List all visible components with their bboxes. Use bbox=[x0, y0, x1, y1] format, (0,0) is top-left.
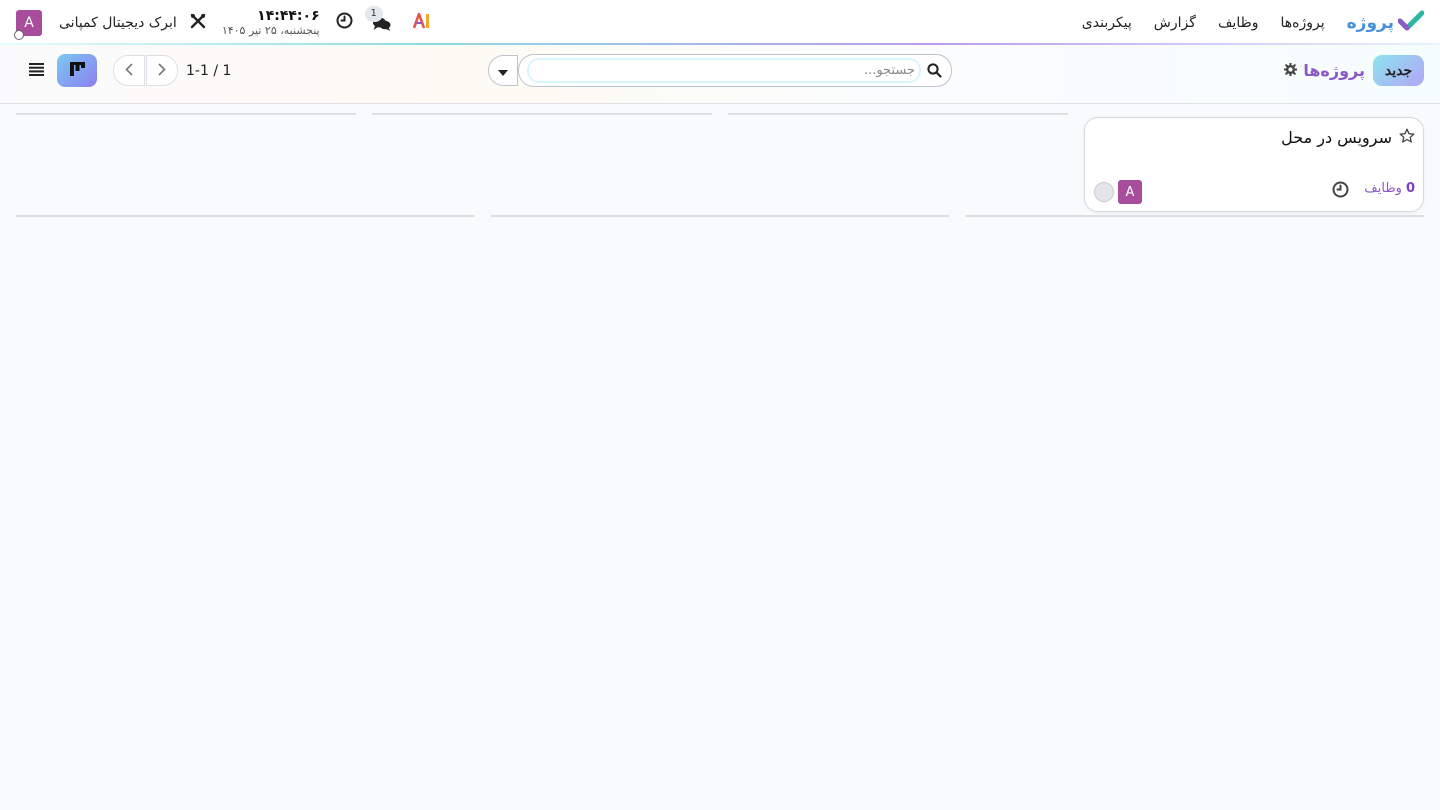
clock-widget: ۱۴:۴۴:۰۶ پنجشنبه، ۲۵ تیر ۱۴۰۵ bbox=[222, 8, 320, 38]
list-icon bbox=[28, 61, 44, 80]
chevron-left-icon bbox=[125, 61, 133, 80]
presence-status-icon bbox=[14, 29, 24, 40]
breadcrumb: پروژه‌ها bbox=[1283, 55, 1365, 86]
tools-icon[interactable] bbox=[190, 13, 206, 33]
caret-down-icon bbox=[498, 61, 508, 80]
kanban-icon bbox=[69, 61, 85, 80]
search-bar bbox=[518, 54, 952, 87]
user-menu[interactable]: A bbox=[14, 9, 42, 40]
project-status-dot[interactable] bbox=[1094, 182, 1114, 202]
pager-value[interactable]: 1-1 / 1 bbox=[186, 55, 231, 86]
project-tasks-link[interactable]: 0 وظایف bbox=[1364, 181, 1415, 196]
pager-previous-button[interactable] bbox=[113, 55, 145, 86]
project-title: سرویس در محل bbox=[1281, 128, 1392, 147]
search-field bbox=[527, 58, 921, 83]
search-icon[interactable] bbox=[927, 63, 942, 82]
kanban-view-button[interactable] bbox=[57, 54, 97, 87]
ghost-card-line bbox=[728, 113, 1068, 115]
clock-time: ۱۴:۴۴:۰۶ bbox=[257, 7, 320, 24]
ghost-card-line bbox=[372, 113, 712, 115]
company-name[interactable]: ابرک دیجیتال کمپانی bbox=[59, 15, 177, 31]
app-brand[interactable]: پروژه bbox=[1346, 10, 1425, 36]
menu-item-configuration[interactable]: پیکربندی bbox=[1082, 15, 1132, 31]
messaging-menu[interactable]: 1 bbox=[364, 5, 395, 36]
activity-clock-icon[interactable] bbox=[1332, 181, 1349, 202]
new-button[interactable]: جدید bbox=[1373, 55, 1424, 86]
app-name: پروژه bbox=[1346, 12, 1394, 33]
search-options-toggle[interactable] bbox=[488, 55, 518, 86]
chat-count-badge: 1 bbox=[364, 5, 383, 22]
menu-item-projects[interactable]: پروژه‌ها bbox=[1281, 15, 1325, 31]
app-logo-icon bbox=[1397, 10, 1425, 36]
tasks-count: 0 bbox=[1405, 181, 1415, 196]
systray: A ابرک دیجیتال کمپانی ۱۴:۴۴:۰۶ پنجشنبه، … bbox=[14, 0, 431, 45]
pager-next-button[interactable] bbox=[146, 55, 178, 86]
project-card[interactable]: سرویس در محل 0 وظایف A bbox=[1084, 117, 1424, 212]
ghost-card-line bbox=[491, 215, 949, 217]
ghost-card-line bbox=[16, 113, 356, 115]
menu-item-reporting[interactable]: گزارش bbox=[1154, 15, 1196, 31]
star-icon[interactable] bbox=[1399, 128, 1415, 148]
project-manager-avatar[interactable]: A bbox=[1118, 180, 1142, 204]
clock-date: پنجشنبه، ۲۵ تیر ۱۴۰۵ bbox=[221, 24, 320, 38]
ai-icon[interactable] bbox=[412, 12, 431, 33]
activity-clock-icon[interactable] bbox=[336, 12, 353, 33]
tasks-label: وظایف bbox=[1364, 181, 1402, 196]
gear-icon[interactable] bbox=[1283, 61, 1298, 80]
menu-item-tasks[interactable]: وظایف bbox=[1218, 15, 1259, 31]
page-title: پروژه‌ها bbox=[1303, 61, 1365, 80]
ghost-card-line bbox=[16, 215, 475, 217]
top-navbar: پروژه پروژه‌ها وظایف گزارش پیکربندی A اب… bbox=[0, 0, 1440, 45]
control-panel: جدید پروژه‌ها 1-1 / 1 bbox=[0, 46, 1440, 104]
ghost-card-line bbox=[965, 215, 1424, 217]
search-input[interactable] bbox=[529, 63, 915, 78]
main-menu: پروژه پروژه‌ها وظایف گزارش پیکربندی bbox=[1082, 0, 1425, 45]
chevron-right-icon bbox=[158, 61, 166, 80]
list-view-button[interactable] bbox=[20, 56, 52, 85]
